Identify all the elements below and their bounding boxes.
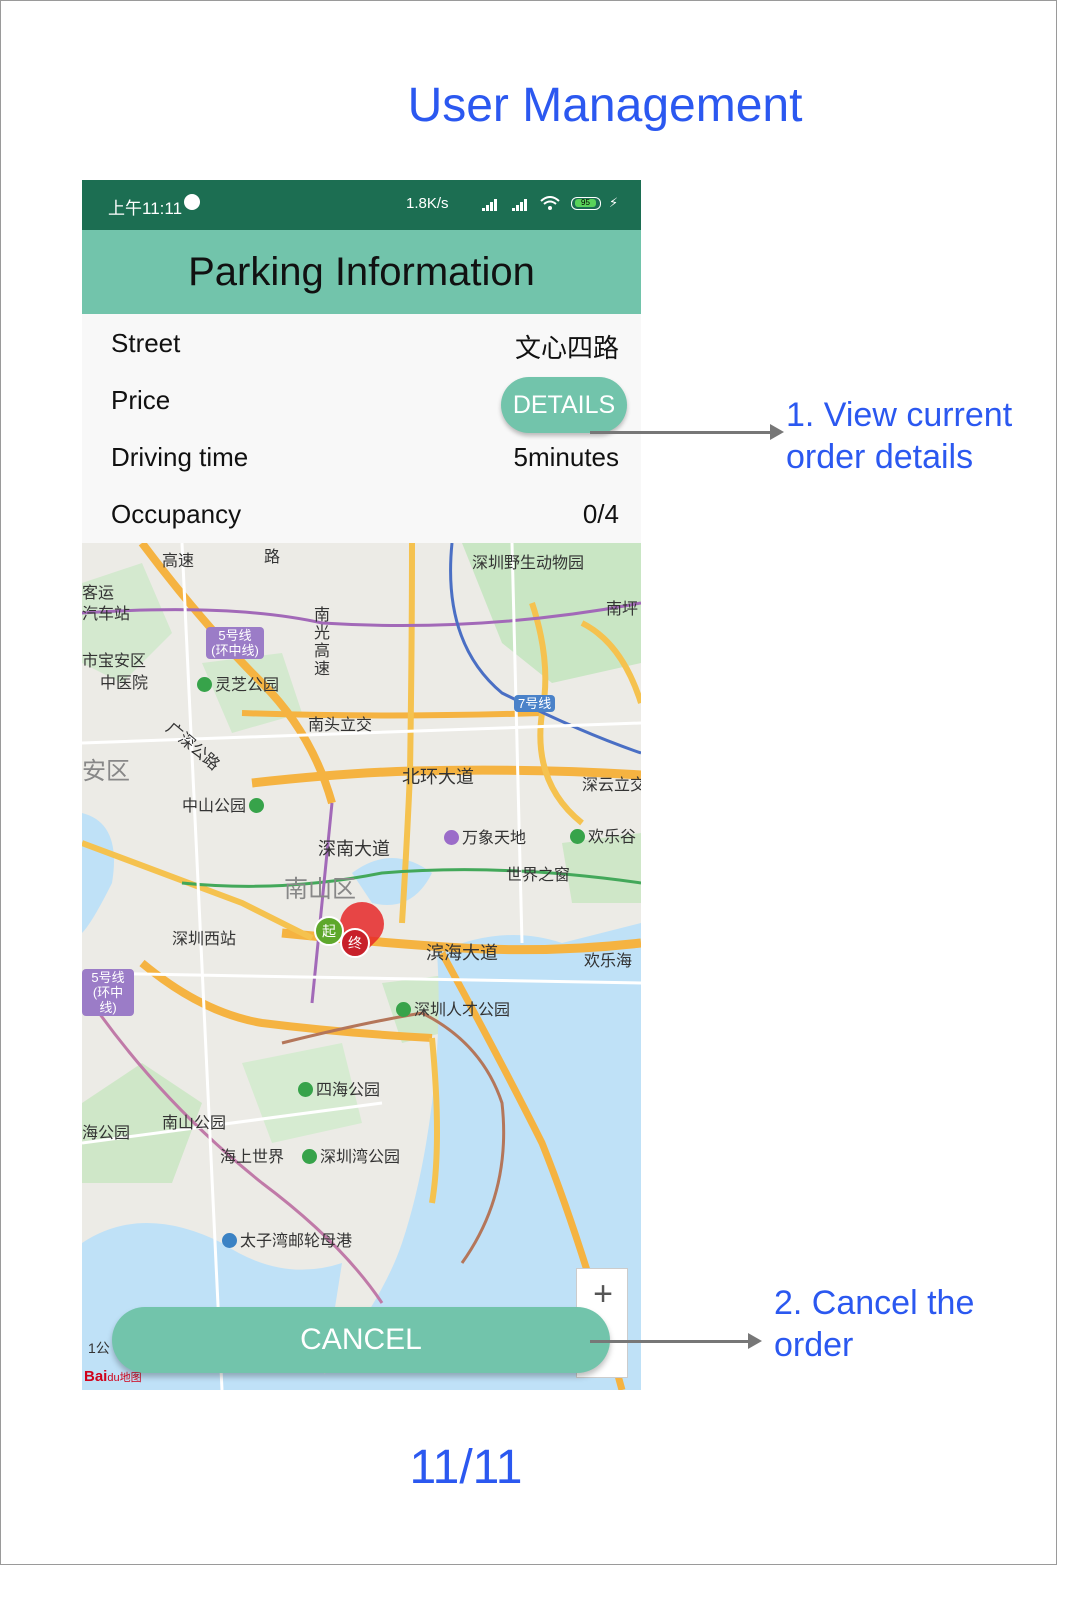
annotation-details: 1. View current order details	[786, 396, 1013, 476]
map-canvas	[82, 543, 641, 1390]
map-label-shennan: 深南大道	[318, 839, 390, 859]
map-label-sihai-park: 四海公园	[298, 1076, 380, 1100]
driving-time-value: 5minutes	[513, 442, 620, 472]
phone-screen: 上午11:11 1.8K/s 95 ⚡ Parking Information …	[82, 180, 641, 1390]
map-label-nanping: 南坪	[606, 601, 639, 618]
park-icon	[396, 1002, 411, 1017]
map-label-sea-world: 海上世界	[220, 1149, 285, 1166]
street-value: 文心四路	[514, 333, 619, 363]
battery-icon: 95	[571, 197, 601, 210]
app-bar: Parking Information	[82, 230, 641, 314]
details-button[interactable]: DETAILS	[501, 377, 627, 433]
map-label-binhai: 滨海大道	[426, 943, 498, 963]
globe-icon	[184, 194, 200, 210]
battery-level: 95	[575, 199, 596, 207]
map-label-nanshan: 南山区	[284, 876, 356, 903]
metro-line-5-badge-lower: 5号线(环中线)	[82, 969, 134, 1016]
annotation-arrow-details	[590, 424, 784, 440]
map-label-hospital-1: 市宝安区	[82, 653, 147, 670]
page-number: 11/11	[409, 1441, 523, 1494]
map-label-nanguang: 南光高速	[314, 607, 331, 678]
map-label-happy-valley: 欢乐谷	[570, 823, 636, 847]
map-label-zoo: 深圳野生动物园	[472, 555, 585, 572]
wifi-icon	[540, 196, 560, 210]
occupancy-label: Occupancy	[111, 499, 242, 529]
signal-icon	[482, 199, 498, 211]
map-label-hospital-2: 中医院	[100, 675, 149, 692]
status-time: 上午11:11	[108, 199, 183, 218]
map-label-window-world: 世界之窗	[506, 867, 571, 884]
park-icon	[197, 677, 212, 692]
map-label-talent-park: 深圳人才公园	[396, 996, 510, 1020]
map-label-bay-park: 深圳湾公园	[302, 1143, 400, 1167]
charging-icon: ⚡	[609, 195, 619, 210]
status-bar: 上午11:11 1.8K/s 95 ⚡	[82, 180, 641, 230]
map-label-road: 路	[264, 549, 281, 566]
metro-line-7-badge: 7号线	[514, 695, 556, 712]
page-title: Parking Information	[188, 250, 535, 294]
shopping-icon	[444, 830, 459, 845]
driving-time-label: Driving time	[111, 442, 249, 472]
park-icon	[298, 1082, 313, 1097]
map-label-highway: 高速	[162, 553, 195, 570]
map-label-shenyun: 深云立交	[582, 777, 641, 794]
metro-line-5-badge: 5号线(环中线)	[206, 627, 264, 659]
price-label: Price	[111, 385, 171, 415]
info-row-street: Street 文心四路	[82, 314, 641, 371]
amusement-icon	[570, 829, 585, 844]
street-label: Street	[111, 328, 181, 358]
occupancy-value: 0/4	[582, 499, 619, 529]
map-label-lingzhi-park: 灵芝公园	[197, 671, 279, 695]
park-icon	[249, 798, 265, 813]
park-icon	[302, 1149, 317, 1164]
map-label-nanshan-park: 南山公园	[162, 1115, 227, 1132]
map-label-cruise-port: 太子湾邮轮母港	[222, 1227, 352, 1251]
signal-hd-icon	[512, 199, 528, 211]
end-marker[interactable]: 终	[340, 928, 370, 958]
map-label-zhongshan-park: 中山公园	[182, 792, 267, 816]
annotation-arrow-cancel	[590, 1333, 762, 1349]
slide-title: User Management	[407, 79, 803, 132]
map-label-haigong: 海公园	[82, 1125, 131, 1142]
info-row-occupancy: Occupancy 0/4	[82, 485, 641, 542]
map-label-nantou: 南头立交	[308, 717, 373, 734]
cancel-button[interactable]: CANCEL	[112, 1307, 610, 1373]
info-row-driving-time: Driving time 5minutes	[82, 428, 641, 485]
annotation-cancel: 2. Cancel the order	[774, 1284, 975, 1364]
map-label-mixc: 万象天地	[444, 824, 526, 848]
map-label-district: 安区	[82, 758, 130, 785]
map-label-happy-coast: 欢乐海	[584, 953, 633, 970]
info-row-price: Price DETAILS	[82, 371, 641, 433]
network-speed: 1.8K/s	[406, 195, 449, 212]
port-icon	[222, 1233, 237, 1248]
map-scale: 1公	[88, 1340, 110, 1356]
map-label-beihuan: 北环大道	[402, 767, 474, 787]
map-label-shenzhen-west: 深圳西站	[172, 931, 237, 948]
map-label-bus-station-2: 汽车站	[82, 606, 131, 623]
map-view[interactable]: 深圳野生动物园 南坪 客运 汽车站 路 高速 5号线(环中线) 市宝安区 中医院…	[82, 543, 641, 1390]
